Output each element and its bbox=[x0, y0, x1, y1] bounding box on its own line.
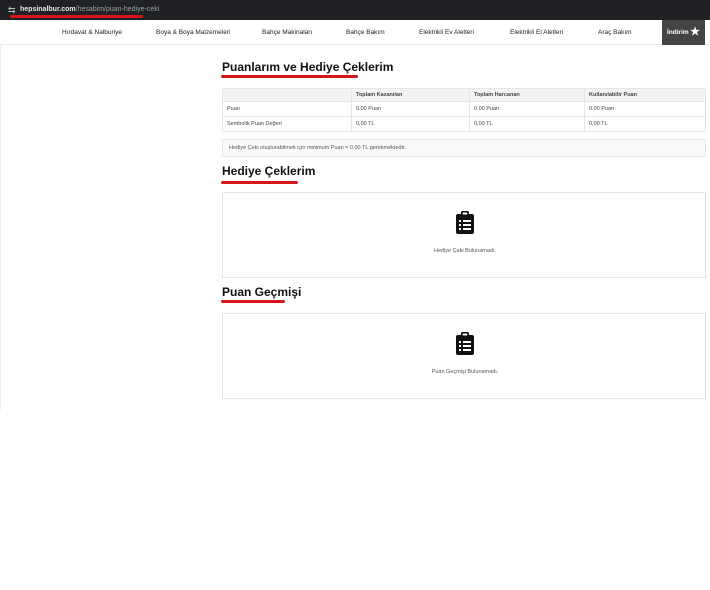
table-row: Puan 0.00 Puan 0.00 Puan 0.00 Puan bbox=[222, 101, 706, 117]
nav-item-hirdavat[interactable]: Hırdavat & Nalburiye bbox=[62, 20, 122, 45]
points-history-section-title: Puan Geçmişi bbox=[222, 285, 302, 299]
points-history-empty-text: Puan Geçmişi Bulunamadı. bbox=[431, 369, 499, 375]
sidebar-divider bbox=[0, 45, 1, 410]
discount-button[interactable]: İndirim ★ bbox=[662, 20, 705, 45]
table-cell: Puan bbox=[222, 101, 352, 117]
clipboard-list-icon bbox=[456, 332, 474, 355]
table-header: Toplam Harcanan bbox=[469, 88, 585, 102]
points-table: Toplam Kazanılan Toplam Harcanan Kullanı… bbox=[222, 88, 706, 132]
table-cell: 0,00 TL bbox=[351, 116, 470, 132]
url-domain: hepsinalbur.com bbox=[20, 6, 76, 13]
table-header-row: Toplam Kazanılan Toplam Harcanan Kullanı… bbox=[222, 88, 706, 102]
nav-item-boya[interactable]: Boya & Boya Malzemeleri bbox=[156, 20, 230, 45]
url-path: /hesabim/puan-hediye-ceki bbox=[75, 6, 160, 13]
table-row: Sembolik Puan Değeri 0,00 TL 0,00 TL 0,0… bbox=[222, 116, 706, 132]
points-title-underline bbox=[221, 75, 358, 78]
table-header bbox=[222, 88, 352, 102]
points-section-title: Puanlarım ve Hediye Çeklerim bbox=[222, 60, 394, 74]
gift-cards-empty-panel: Hediye Çeki Bulunamadı. bbox=[222, 192, 706, 278]
category-nav: Hırdavat & Nalburiye Boya & Boya Malzeme… bbox=[0, 20, 710, 45]
table-cell: 0.00 Puan bbox=[351, 101, 470, 117]
url-text[interactable]: hepsinalbur.com/hesabim/puan-hediye-ceki bbox=[20, 4, 159, 15]
points-history-title-underline bbox=[221, 300, 285, 303]
nav-item-bahce-bakim[interactable]: Bahçe Bakım bbox=[346, 20, 385, 45]
nav-item-arac-bakim[interactable]: Araç Bakım bbox=[598, 20, 632, 45]
site-settings-icon[interactable]: ⇆ bbox=[8, 5, 18, 15]
gift-cards-empty-text: Hediye Çeki Bulunamadı. bbox=[433, 248, 497, 254]
table-cell: 0,00 TL bbox=[469, 116, 585, 132]
nav-item-elektrikli-ev[interactable]: Elektrikli Ev Aletleri bbox=[419, 20, 474, 45]
discount-label: İndirim bbox=[667, 29, 689, 36]
gift-cards-section-title: Hediye Çeklerim bbox=[222, 164, 316, 178]
min-points-note: Hediye Çeki oluşturabilmek için minimum … bbox=[222, 139, 706, 157]
table-header: Kullanılabilir Puan bbox=[584, 88, 706, 102]
points-history-empty-panel: Puan Geçmişi Bulunamadı. bbox=[222, 313, 706, 399]
table-cell: 0,00 TL bbox=[584, 116, 706, 132]
table-cell: 0.00 Puan bbox=[469, 101, 585, 117]
clipboard-list-icon bbox=[456, 211, 474, 234]
table-cell: Sembolik Puan Değeri bbox=[222, 116, 352, 132]
browser-address-bar[interactable]: ⇆ hepsinalbur.com/hesabim/puan-hediye-ce… bbox=[0, 0, 710, 20]
url-highlight-mark bbox=[10, 15, 143, 18]
nav-item-bahce-makinalari[interactable]: Bahçe Makinaları bbox=[262, 20, 312, 45]
table-cell: 0.00 Puan bbox=[584, 101, 706, 117]
table-header: Toplam Kazanılan bbox=[351, 88, 470, 102]
gift-cards-title-underline bbox=[221, 181, 298, 184]
nav-item-elektrikli-el[interactable]: Elektrikli El Aletleri bbox=[510, 20, 563, 45]
star-icon: ★ bbox=[690, 26, 700, 38]
